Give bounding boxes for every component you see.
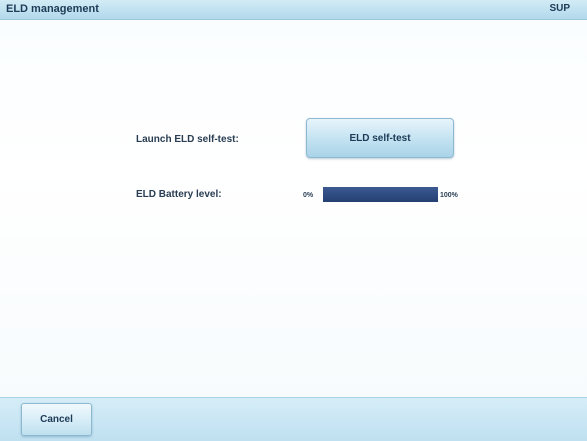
battery-level-label: ELD Battery level:: [136, 189, 222, 200]
battery-level-bar: [323, 187, 438, 202]
battery-level-fill: [323, 187, 438, 202]
main-panel: [0, 20, 587, 397]
battery-min-label: 0%: [303, 192, 314, 199]
title-bar: ELD management SUP: [0, 0, 587, 20]
selftest-label: Launch ELD self-test:: [136, 134, 239, 145]
battery-max-label: 100%: [440, 192, 458, 199]
cancel-button[interactable]: Cancel: [21, 403, 92, 436]
footer-bar: Cancel: [0, 397, 587, 441]
page-title: ELD management: [6, 3, 99, 15]
user-mode-indicator: SUP: [549, 3, 570, 14]
eld-self-test-button[interactable]: ELD self-test: [306, 118, 454, 158]
